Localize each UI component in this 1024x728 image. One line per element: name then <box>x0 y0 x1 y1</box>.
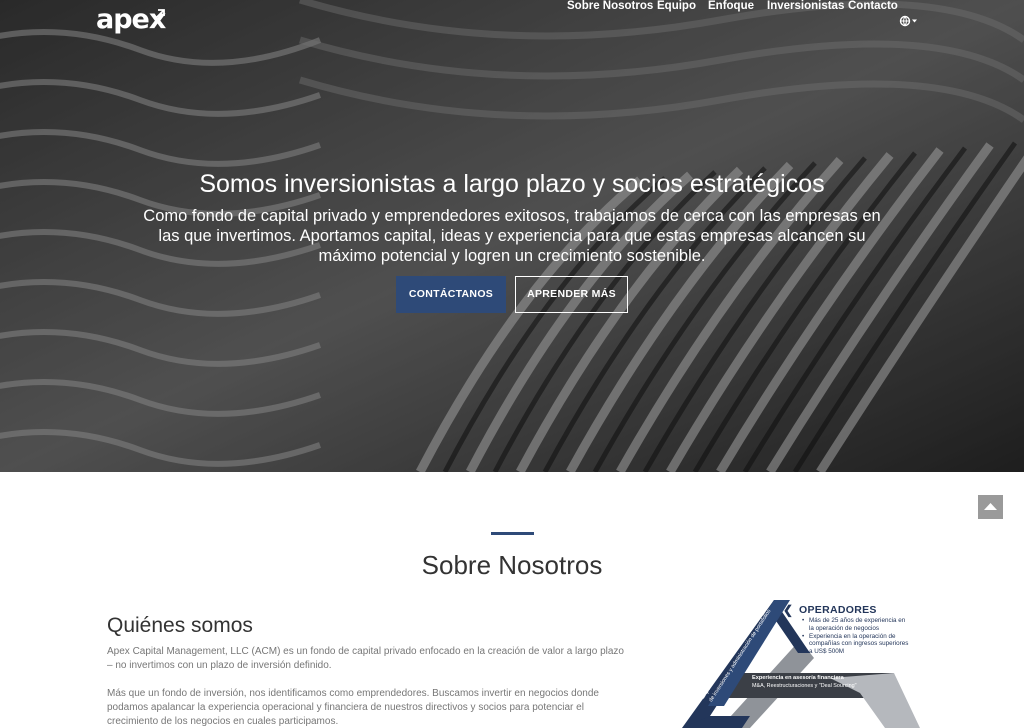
nav-item-equipo[interactable]: Equipo <box>657 0 696 12</box>
hero-description: Como fondo de capital privado y emprende… <box>143 207 881 265</box>
contact-button[interactable]: CONTÁCTANOS <box>396 276 506 313</box>
chevron-left-icon: ❮ <box>783 603 794 617</box>
scroll-to-top-button[interactable] <box>978 495 1003 519</box>
nav-item-sobre-nosotros[interactable]: Sobre Nosotros <box>567 0 653 12</box>
diagram-title: OPERADORES <box>799 604 877 616</box>
nav-item-inversionistas[interactable]: Inversionistas <box>767 0 844 12</box>
globe-icon[interactable] <box>899 14 919 28</box>
learn-more-button[interactable]: APRENDER MÁS <box>515 276 628 313</box>
nav-item-contacto[interactable]: Contacto <box>848 0 898 12</box>
section-divider <box>491 532 534 535</box>
top-navbar: apex Sobre Nosotros Equipo Enfoque Inver… <box>0 0 1024 42</box>
diagram-bullets: Más de 25 años de experiencia en la oper… <box>800 617 910 656</box>
about-subtitle: Quiénes somos <box>107 614 253 637</box>
about-paragraph-2: Más que un fondo de inversión, nos ident… <box>107 688 599 727</box>
arrow-up-icon <box>984 503 997 510</box>
diagram-bar-subtitle: M&A, Reestructuraciones y "Deal Sourcing… <box>752 683 857 689</box>
section-title: Sobre Nosotros <box>421 550 603 580</box>
diagram-bar-title: Experiencia en asesoría financiera <box>752 675 844 681</box>
diagram-bullet: Experiencia en la operación de compañías… <box>800 633 910 656</box>
about-paragraph-1: Apex Capital Management, LLC (ACM) es un… <box>107 646 624 671</box>
hero-title: Somos inversionistas a largo plazo y soc… <box>199 170 825 198</box>
diagram-bullet: Más de 25 años de experiencia en la oper… <box>800 617 910 632</box>
hero-section: apex Sobre Nosotros Equipo Enfoque Inver… <box>0 0 1024 472</box>
nav-item-enfoque[interactable]: Enfoque <box>708 0 754 12</box>
logo-arrow-icon <box>155 9 165 19</box>
